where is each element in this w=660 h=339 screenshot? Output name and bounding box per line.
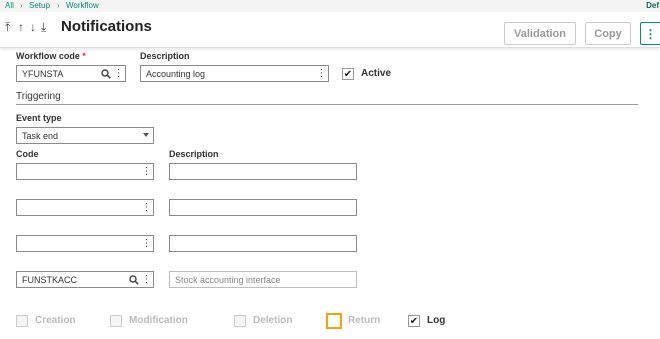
- description-field-3[interactable]: [169, 235, 357, 252]
- code-field-3[interactable]: ⋮: [16, 235, 154, 252]
- description-value: Accounting log: [146, 68, 206, 79]
- deletion-label: Deletion: [253, 315, 293, 326]
- creation-checkbox[interactable]: [16, 315, 28, 327]
- required-mark: *: [82, 51, 86, 61]
- triggering-section-title: Triggering: [16, 91, 61, 102]
- more-vertical-icon[interactable]: ⋮: [140, 238, 153, 249]
- more-vertical-icon[interactable]: ⋮: [112, 68, 125, 79]
- workflow-code-label: Workflow code *: [16, 51, 86, 61]
- search-icon[interactable]: [99, 68, 112, 79]
- modification-label: Modification: [129, 315, 188, 326]
- description-field-2[interactable]: [169, 199, 357, 216]
- event-type-value: Task end: [22, 130, 59, 141]
- description-label: Description: [140, 51, 190, 61]
- chevron-down-icon: [143, 133, 149, 137]
- workflow-code-value: YFUNSTA: [22, 68, 64, 79]
- modification-checkbox[interactable]: [110, 315, 122, 327]
- validation-button[interactable]: Validation: [504, 22, 576, 45]
- more-actions-icon[interactable]: ⋮: [640, 22, 660, 45]
- code-field-2[interactable]: ⋮: [16, 199, 154, 216]
- breadcrumb: All › Setup › Workflow Def: [0, 0, 660, 12]
- next-record-icon[interactable]: ↓: [30, 20, 36, 34]
- log-label: Log: [427, 315, 446, 326]
- check-icon: ✔: [409, 315, 419, 327]
- return-label: Return: [348, 315, 381, 326]
- workflow-code-field[interactable]: YFUNSTA ⋮: [16, 65, 126, 82]
- topbar-right-text[interactable]: Def: [646, 1, 659, 10]
- breadcrumb-separator-icon: ›: [57, 1, 60, 10]
- code-field-4[interactable]: FUNSTKACC ⋮: [16, 271, 154, 288]
- more-vertical-icon[interactable]: ⋮: [140, 202, 153, 213]
- breadcrumb-all[interactable]: All: [5, 1, 14, 10]
- active-checkbox[interactable]: ✔: [342, 68, 354, 80]
- return-checkbox[interactable]: [326, 313, 342, 329]
- more-vertical-icon[interactable]: ⋮: [315, 68, 328, 79]
- previous-record-icon[interactable]: ↑: [18, 20, 24, 34]
- deletion-checkbox[interactable]: [234, 315, 246, 327]
- page-header: ⤒ ↑ ↓ ⤓ Notifications Validation Copy ⋮: [0, 12, 660, 48]
- more-vertical-icon[interactable]: ⋮: [140, 274, 153, 285]
- description-field-4[interactable]: Stock accounting interface: [169, 271, 357, 288]
- breadcrumb-setup[interactable]: Setup: [29, 1, 50, 10]
- first-record-icon[interactable]: ⤒: [5, 20, 10, 35]
- breadcrumb-workflow[interactable]: Workflow: [66, 1, 99, 10]
- log-checkbox[interactable]: ✔: [408, 315, 420, 327]
- section-divider: [16, 104, 638, 105]
- description-field-1[interactable]: [169, 163, 357, 180]
- description-field[interactable]: Accounting log ⋮: [140, 65, 329, 82]
- event-type-label: Event type: [16, 113, 62, 123]
- description-column-header: Description: [169, 149, 219, 159]
- active-label: Active: [361, 68, 392, 79]
- search-icon[interactable]: [127, 274, 140, 285]
- creation-label: Creation: [35, 315, 76, 326]
- breadcrumb-separator-icon: ›: [20, 1, 23, 10]
- more-vertical-icon[interactable]: ⋮: [140, 166, 153, 177]
- code-field-1[interactable]: ⋮: [16, 163, 154, 180]
- check-icon: ✔: [343, 68, 353, 80]
- event-type-select[interactable]: Task end: [16, 127, 154, 144]
- page-title: Notifications: [61, 18, 152, 35]
- last-record-icon[interactable]: ⤓: [41, 20, 46, 35]
- copy-button[interactable]: Copy: [585, 22, 631, 45]
- code-column-header: Code: [16, 149, 39, 159]
